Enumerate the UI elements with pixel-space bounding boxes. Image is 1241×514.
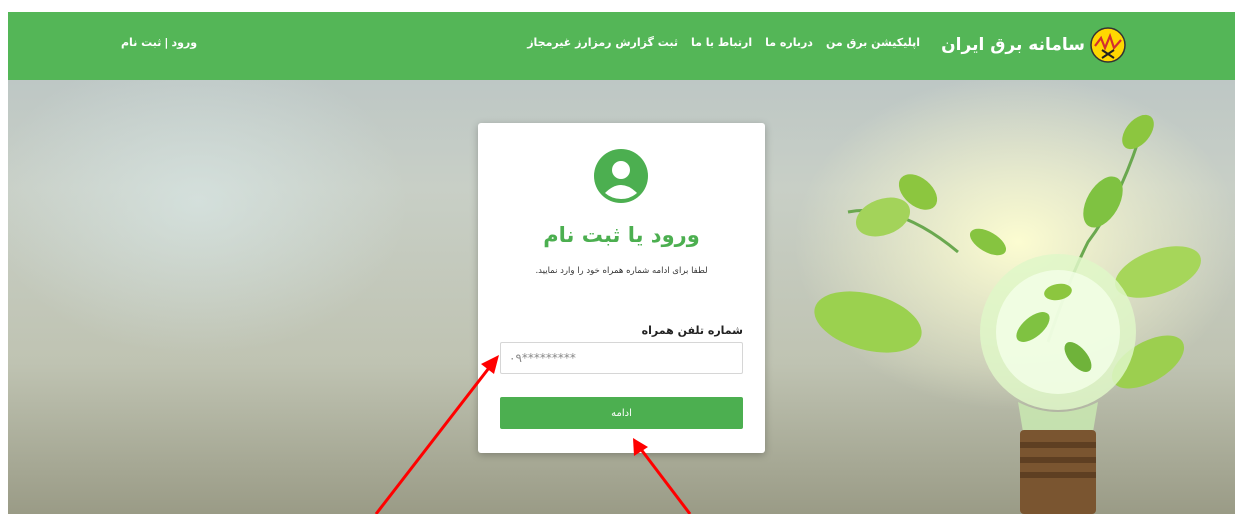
brand-title: سامانه برق ایران: [941, 35, 1085, 55]
page-frame: سامانه برق ایران اپلیکیشن برق من درباره …: [8, 12, 1235, 514]
top-navbar: سامانه برق ایران اپلیکیشن برق من درباره …: [8, 12, 1235, 80]
login-link[interactable]: ورود: [171, 36, 197, 49]
login-card: ورود یا ثبت نام لطفا برای ادامه شماره هم…: [478, 123, 765, 453]
lightbulb-illustration: [814, 114, 1201, 514]
phone-input[interactable]: [500, 342, 743, 374]
nav-link-contact[interactable]: ارتباط با ما: [691, 36, 752, 49]
auth-links: ورود | ثبت نام: [121, 36, 197, 49]
card-title: ورود یا ثبت نام: [543, 223, 700, 247]
card-subtitle: لطفا برای ادامه شماره همراه خود را وارد …: [535, 266, 708, 276]
user-avatar-icon: [594, 149, 648, 203]
auth-separator: |: [164, 36, 169, 49]
nav-link-app[interactable]: اپلیکیشن برق من: [826, 36, 920, 49]
nav-link-about[interactable]: درباره ما: [765, 36, 813, 49]
register-link[interactable]: ثبت نام: [121, 36, 161, 49]
nav-link-crypto-report[interactable]: ثبت گزارش رمزارز غیرمجاز: [527, 36, 678, 49]
electricity-logo-icon: [1090, 27, 1126, 63]
phone-label: شماره تلفن همراه: [641, 324, 743, 337]
continue-button[interactable]: ادامه: [500, 397, 743, 429]
main-nav: اپلیکیشن برق من درباره ما ارتباط با ما ث…: [527, 36, 920, 49]
brand[interactable]: سامانه برق ایران: [941, 26, 1127, 64]
